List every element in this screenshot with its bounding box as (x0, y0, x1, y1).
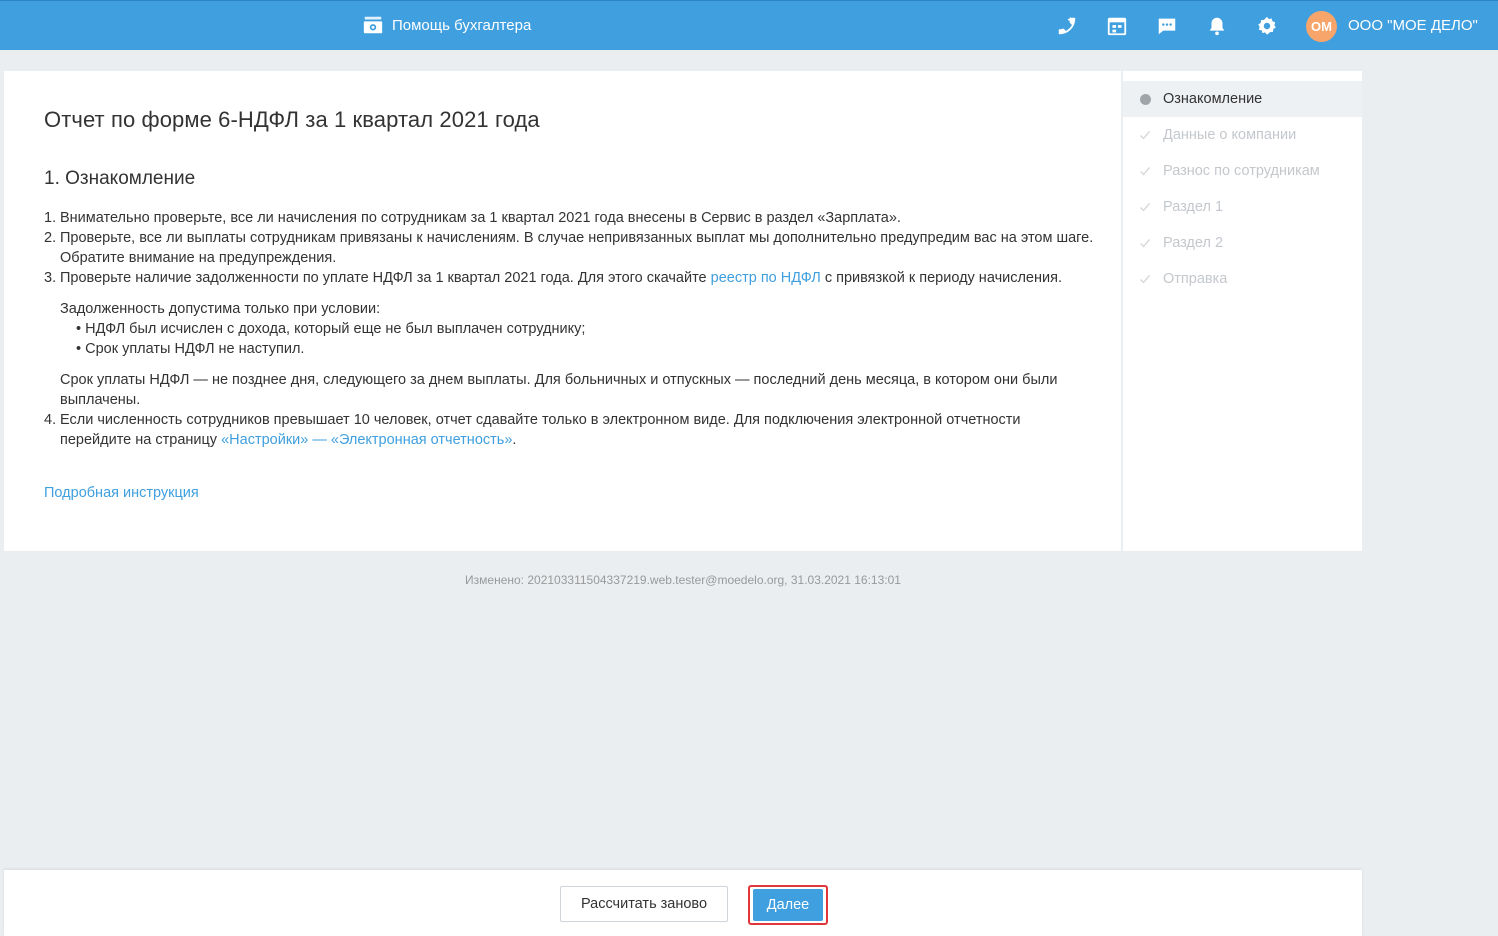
avatar[interactable]: ОМ (1306, 11, 1337, 42)
debt-conditions-block: Задолженность допустима только при услов… (44, 288, 1094, 410)
section-title: 1. Ознакомление (44, 168, 196, 189)
check-icon (1139, 129, 1151, 141)
step-company-data[interactable]: Данные о компании (1123, 117, 1362, 153)
debt-condition-text: Задолженность допустима только при услов… (60, 301, 381, 317)
avatar-initials: ОМ (1311, 19, 1332, 34)
settings-reporting-link[interactable]: «Настройки» — «Электронная отчетность» (221, 432, 512, 448)
bullet-item: • Срок уплаты НДФЛ не наступил. (76, 341, 305, 357)
step-sending[interactable]: Отправка (1123, 261, 1362, 297)
action-bar: Рассчитать заново Далее (4, 870, 1362, 936)
gear-icon[interactable] (1255, 14, 1279, 38)
list-item-text: Если численность сотрудников превышает 1… (60, 412, 1021, 448)
check-icon (1139, 237, 1151, 249)
instructions-list: 1. Внимательно проверьте, все ли начисле… (44, 208, 1094, 450)
list-item-number: 3. (44, 270, 57, 286)
modified-info: Изменено: 202103311504337219.web.tester@… (465, 573, 901, 587)
page-title: Отчет по форме 6-НДФЛ за 1 квартал 2021 … (44, 107, 540, 132)
chat-icon[interactable] (1155, 14, 1179, 38)
list-item: 3. Проверьте наличие задолженности по уп… (44, 268, 1094, 288)
top-navigation-bar: Помощь бухгалтера ОМ ООО "МОЕ ДЕЛО" (0, 0, 1498, 50)
list-item-text: . (512, 432, 517, 448)
list-item: 2. Проверьте, все ли выплаты сотрудникам… (44, 228, 1094, 268)
bell-icon[interactable] (1205, 14, 1229, 38)
company-name[interactable]: ООО "МОЕ ДЕЛО" (1348, 17, 1478, 34)
list-item: 1. Внимательно проверьте, все ли начисле… (44, 208, 1094, 228)
accountant-help-label: Помощь бухгалтера (392, 16, 532, 34)
bullet-item: • НДФЛ был исчислен с дохода, который ещ… (76, 321, 586, 337)
list-item: 4. Если численность сотрудников превышае… (44, 410, 1094, 450)
step-label: Раздел 1 (1163, 199, 1224, 215)
list-item-text: Проверьте наличие задолженности по уплат… (60, 270, 711, 286)
list-item-text: Внимательно проверьте, все ли начисления… (60, 210, 901, 226)
recalculate-button[interactable]: Рассчитать заново (560, 886, 728, 922)
check-icon (1139, 273, 1151, 285)
step-label: Ознакомление (1163, 91, 1263, 107)
bullet-text: Срок уплаты НДФЛ не наступил. (85, 341, 305, 357)
accountant-help-button[interactable]: Помощь бухгалтера (362, 13, 531, 37)
next-button-highlight: Далее (748, 885, 828, 925)
check-icon (1139, 165, 1151, 177)
phone-icon[interactable] (1055, 14, 1079, 38)
accountant-help-icon (363, 16, 383, 34)
list-item-text: Проверьте, все ли выплаты сотрудникам пр… (60, 230, 1094, 266)
step-employee-allocation[interactable]: Разнос по сотрудникам (1123, 153, 1362, 189)
list-item-number: 2. (44, 230, 57, 246)
check-icon (1139, 201, 1151, 213)
step-label: Раздел 2 (1163, 235, 1224, 251)
step-familiarization[interactable]: Ознакомление (1123, 81, 1362, 117)
list-item-number: 1. (44, 210, 57, 226)
list-item-text: с привязкой к периоду начисления. (820, 270, 1062, 286)
step-label: Отправка (1163, 271, 1228, 287)
next-button[interactable]: Далее (753, 889, 823, 921)
deadline-note: Срок уплаты НДФЛ — не позднее дня, следу… (60, 372, 1058, 408)
calendar-icon[interactable] (1105, 14, 1129, 38)
list-item-number: 4. (44, 412, 57, 428)
report-wizard-card: Отчет по форме 6-НДФЛ за 1 квартал 2021 … (4, 71, 1121, 551)
wizard-steps-sidebar: Ознакомление Данные о компании Разнос по… (1122, 71, 1362, 551)
ndfl-register-link[interactable]: реестр по НДФЛ (711, 270, 821, 286)
step-label: Разнос по сотрудникам (1163, 163, 1320, 179)
step-label: Данные о компании (1163, 127, 1297, 143)
step-section-2[interactable]: Раздел 2 (1123, 225, 1362, 261)
active-dot-icon (1139, 93, 1151, 105)
step-section-1[interactable]: Раздел 1 (1123, 189, 1362, 225)
bullet-text: НДФЛ был исчислен с дохода, который еще … (85, 321, 586, 337)
detailed-instruction-link[interactable]: Подробная инструкция (44, 485, 199, 501)
